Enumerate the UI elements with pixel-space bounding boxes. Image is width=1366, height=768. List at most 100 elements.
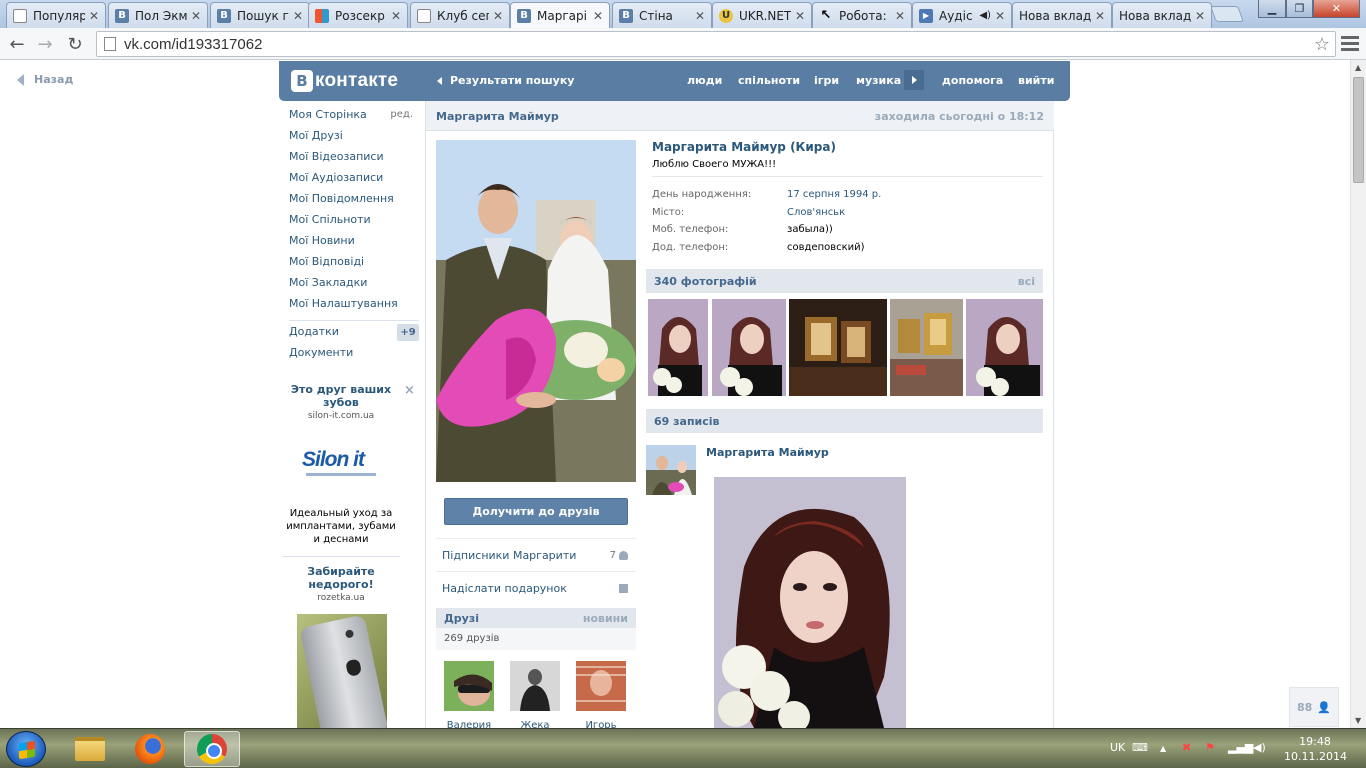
security-icon[interactable]: ⚑ xyxy=(1205,741,1215,754)
friend-item[interactable]: Валерия xyxy=(444,661,494,728)
taskbar-firefox[interactable] xyxy=(122,731,178,767)
close-icon[interactable]: ✕ xyxy=(995,9,1005,23)
network-error-icon[interactable]: ✖ xyxy=(1182,741,1191,754)
forward-arrow-icon[interactable]: → xyxy=(33,32,57,56)
menu-replies[interactable]: Мої Відповіді xyxy=(289,251,419,272)
photos-all-link[interactable]: всі xyxy=(1018,275,1035,288)
browser-tab[interactable]: B Пол Экм ✕ xyxy=(108,2,208,28)
menu-my-page[interactable]: Моя Сторінка ред. xyxy=(289,104,419,125)
friend-item[interactable]: Игорь xyxy=(576,661,626,728)
friends-count[interactable]: 269 друзів xyxy=(436,628,636,650)
browser-tab-active[interactable]: B Маргарі ✕ xyxy=(510,2,610,28)
vk-logo[interactable]: В контакте xyxy=(291,70,398,92)
close-icon[interactable]: ✕ xyxy=(391,9,401,23)
close-icon[interactable]: ✕ xyxy=(1195,9,1205,23)
back-link[interactable]: Назад xyxy=(17,73,73,86)
post-photo[interactable] xyxy=(714,477,906,728)
close-icon[interactable]: ✕ xyxy=(593,9,603,23)
posts-header[interactable]: 69 записів xyxy=(646,409,1043,433)
keyboard-icon[interactable]: ⌨ xyxy=(1132,741,1148,754)
info-value[interactable]: 17 серпня 1994 р. xyxy=(787,189,881,200)
add-friend-button[interactable]: Долучити до друзів xyxy=(444,498,628,525)
online-friends-button[interactable]: 88 👤 xyxy=(1289,687,1339,727)
post-author-avatar[interactable] xyxy=(646,445,696,495)
page-scrollbar[interactable]: ▲ ▼ xyxy=(1350,60,1366,728)
profile-avatar[interactable] xyxy=(436,140,636,482)
taskbar-chrome[interactable] xyxy=(184,731,240,767)
menu-communities[interactable]: Мої Спільноти xyxy=(289,209,419,230)
ad-title[interactable]: Забирайте недорого! xyxy=(282,565,400,591)
close-icon[interactable]: ✕ xyxy=(89,9,99,23)
bookmark-star-icon[interactable]: ☆ xyxy=(1314,34,1330,55)
signal-icon[interactable]: ▂▄▆ xyxy=(1228,741,1253,754)
photos-title[interactable]: 340 фотографій xyxy=(654,275,757,288)
photos-header[interactable]: 340 фотографій всі xyxy=(646,269,1043,293)
close-icon[interactable]: ✕ xyxy=(493,9,503,23)
close-icon[interactable]: ✕ xyxy=(695,9,705,23)
friends-title[interactable]: Друзі xyxy=(444,612,479,625)
browser-tab[interactable]: Популяр ✕ xyxy=(6,2,106,28)
friends-header[interactable]: Друзі новини xyxy=(436,608,636,628)
window-close-button[interactable]: ✕ xyxy=(1313,0,1360,18)
play-icon[interactable] xyxy=(904,70,924,90)
browser-tab[interactable]: B Пошук г ✕ xyxy=(210,2,310,28)
back-arrow-icon[interactable]: ← xyxy=(5,32,29,56)
close-icon[interactable]: ✕ xyxy=(191,9,201,23)
tray-expand-icon[interactable]: ▲ xyxy=(1160,744,1166,753)
photo-thumbnail[interactable] xyxy=(966,299,1043,396)
photo-thumbnail[interactable] xyxy=(648,299,708,396)
browser-tab[interactable]: Нова вклад ✕ xyxy=(1012,2,1112,28)
volume-icon[interactable]: ◀) xyxy=(1253,741,1266,754)
ad-close-icon[interactable]: × xyxy=(404,383,415,398)
reload-icon[interactable]: ↻ xyxy=(63,32,87,56)
menu-videos[interactable]: Мої Відеозаписи xyxy=(289,146,419,167)
followers-link[interactable]: Підписники Маргарити 7 xyxy=(436,538,636,571)
nav-music[interactable]: музика xyxy=(856,74,901,87)
send-gift-link[interactable]: Надіслати подарунок xyxy=(436,571,636,604)
ad-block-silon[interactable]: Это друг ваших зубов silon-it.com.ua xyxy=(282,383,400,421)
menu-audio[interactable]: Мої Аудіозаписи xyxy=(289,167,419,188)
system-clock[interactable]: 19:48 10.11.2014 xyxy=(1284,734,1347,764)
close-icon[interactable]: ✕ xyxy=(293,9,303,23)
friends-news-link[interactable]: новини xyxy=(583,612,628,625)
posts-title[interactable]: 69 записів xyxy=(654,415,720,428)
address-bar[interactable]: vk.com/id193317062 ☆ xyxy=(96,31,1336,57)
nav-logout[interactable]: вийти xyxy=(1018,74,1054,87)
nav-people[interactable]: люди xyxy=(687,74,722,87)
menu-messages[interactable]: Мої Повідомлення xyxy=(289,188,419,209)
url-text[interactable]: vk.com/id193317062 xyxy=(124,36,1314,53)
language-indicator[interactable]: UK xyxy=(1110,741,1125,754)
nav-help[interactable]: допомога xyxy=(942,74,1003,87)
browser-tab[interactable]: U UKR.NET ✕ xyxy=(712,2,812,28)
ad-phone-image[interactable] xyxy=(297,614,387,728)
new-tab-button[interactable] xyxy=(1210,6,1244,22)
info-value[interactable]: Слов'янськ xyxy=(787,207,845,218)
friend-item[interactable]: Жека xyxy=(510,661,560,728)
photo-thumbnail[interactable] xyxy=(712,299,786,396)
browser-tab[interactable]: ↖ Робота: ✕ xyxy=(812,2,912,28)
menu-settings[interactable]: Мої Налаштування xyxy=(289,293,419,314)
search-results-link[interactable]: Результати пошуку xyxy=(437,74,574,87)
scroll-thumb[interactable] xyxy=(1353,77,1364,183)
menu-documents[interactable]: Документи xyxy=(289,342,419,363)
start-button[interactable] xyxy=(6,731,46,767)
post-author-name[interactable]: Маргарита Маймур xyxy=(706,446,829,459)
ad-block-rozetka[interactable]: Забирайте недорого! rozetka.ua xyxy=(282,565,400,603)
browser-tab[interactable]: Клуб сег ✕ xyxy=(410,2,510,28)
ad-title[interactable]: Это друг ваших зубов xyxy=(282,383,400,409)
chrome-menu-icon[interactable] xyxy=(1341,34,1359,52)
browser-tab[interactable]: Розсекр ✕ xyxy=(308,2,408,28)
browser-tab[interactable]: ▶ Аудіс ◀) ✕ xyxy=(912,2,1012,28)
photo-thumbnail[interactable] xyxy=(789,299,887,396)
close-icon[interactable]: ✕ xyxy=(895,9,905,23)
browser-tab[interactable]: Нова вклад ✕ xyxy=(1112,2,1212,28)
close-icon[interactable]: ✕ xyxy=(1095,9,1105,23)
nav-games[interactable]: ігри xyxy=(814,74,839,87)
nav-communities[interactable]: спільноти xyxy=(738,74,800,87)
menu-bookmarks[interactable]: Мої Закладки xyxy=(289,272,419,293)
photo-thumbnail[interactable] xyxy=(890,299,963,396)
friend-name[interactable]: Валерия xyxy=(444,720,494,728)
menu-news[interactable]: Мої Новини xyxy=(289,230,419,251)
friend-name[interactable]: Жека xyxy=(510,720,560,728)
scroll-up-icon[interactable]: ▲ xyxy=(1355,63,1361,72)
